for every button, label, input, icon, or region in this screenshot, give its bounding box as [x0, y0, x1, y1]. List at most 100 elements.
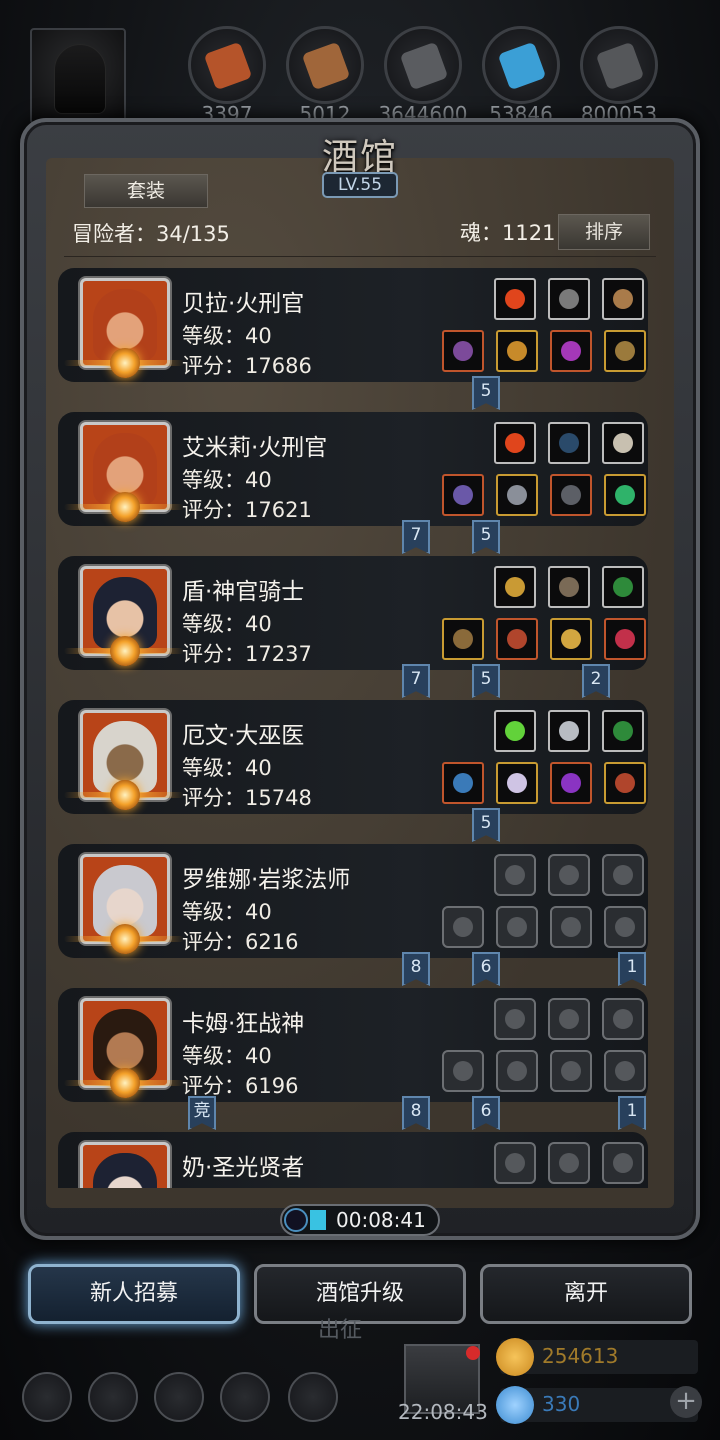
- sun-emblem-icon: [110, 780, 140, 810]
- soul-count: 魂：1121: [460, 221, 556, 245]
- gear-icon: [507, 773, 527, 793]
- gear-icon: [453, 341, 473, 361]
- skill-slot[interactable]: [494, 710, 536, 752]
- empty-gear-slot[interactable]: [550, 906, 592, 948]
- meat-resource-icon-glyph: [203, 41, 253, 91]
- empty-gear-slot[interactable]: [496, 1050, 538, 1092]
- gear-slot[interactable]: [442, 762, 484, 804]
- locked-slot-icon: [505, 1153, 525, 1173]
- hero-score: 评分：6216: [182, 930, 299, 954]
- gear-slot[interactable]: [550, 474, 592, 516]
- hero-card[interactable]: 厄文·大巫医 等级：40 评分：15748: [58, 696, 650, 814]
- skill-slot[interactable]: [494, 566, 536, 608]
- hero-name: 盾·神官骑士: [182, 579, 305, 605]
- set-bonus-ribbon: 7: [402, 664, 430, 698]
- empty-skill-slot[interactable]: [494, 854, 536, 896]
- empty-skill-slot[interactable]: [602, 998, 644, 1040]
- empty-gear-slot[interactable]: [442, 1050, 484, 1092]
- gear-slot[interactable]: [442, 618, 484, 660]
- hero-card[interactable]: 艾米莉·火刑官 等级：40 评分：17621: [58, 408, 650, 526]
- leave-button[interactable]: 离开: [480, 1264, 692, 1324]
- empty-skill-slot[interactable]: [602, 854, 644, 896]
- gear-slot[interactable]: [496, 474, 538, 516]
- meat-resource-icon[interactable]: [188, 26, 266, 104]
- gear-slot[interactable]: [550, 618, 592, 660]
- shield-icon[interactable]: [288, 1372, 338, 1422]
- empty-gear-slot[interactable]: [442, 906, 484, 948]
- gear-slot[interactable]: [496, 762, 538, 804]
- crystal-resource-icon[interactable]: [482, 26, 560, 104]
- gear-slot[interactable]: [550, 762, 592, 804]
- hero-card[interactable]: 卡姆·狂战神 等级：40 评分：6196: [58, 984, 650, 1102]
- skill-icon: [559, 433, 579, 453]
- gear-slot[interactable]: [604, 330, 646, 372]
- hero-score: 评分：17621: [182, 498, 312, 522]
- empty-skill-slot[interactable]: [548, 1142, 590, 1184]
- empty-skill-slot[interactable]: [548, 998, 590, 1040]
- skill-slot[interactable]: [602, 422, 644, 464]
- empty-gear-slot[interactable]: [604, 906, 646, 948]
- suit-button[interactable]: 套装: [84, 174, 208, 208]
- empty-gear-slot[interactable]: [604, 1050, 646, 1092]
- notification-dot: [466, 1346, 480, 1360]
- skill-icon: [559, 289, 579, 309]
- hero-name: 艾米莉·火刑官: [182, 435, 328, 461]
- hero-list[interactable]: 贝拉·火刑官 等级：40 评分：17686 5 艾米莉·火刑官 等级：40 评分：17621…: [58, 264, 658, 1188]
- empty-gear-icon: [561, 917, 581, 937]
- empty-skill-slot[interactable]: [494, 1142, 536, 1184]
- skill-slot[interactable]: [494, 422, 536, 464]
- timer-progress-fill: [310, 1210, 326, 1230]
- mail-icon[interactable]: [220, 1372, 270, 1422]
- gear-icon: [561, 485, 581, 505]
- hero-card[interactable]: 奶·圣光贤者: [58, 1128, 650, 1188]
- hero-score: 评分：17237: [182, 642, 312, 666]
- hero-card[interactable]: 盾·神官骑士 等级：40 评分：17237: [58, 552, 650, 670]
- gear-slot[interactable]: [604, 474, 646, 516]
- add-gems-button[interactable]: +: [670, 1386, 702, 1418]
- gear-icon: [561, 773, 581, 793]
- gear-slot[interactable]: [496, 330, 538, 372]
- recruit-button[interactable]: 新人招募: [28, 1264, 240, 1324]
- hero-card[interactable]: 贝拉·火刑官 等级：40 评分：17686: [58, 264, 650, 382]
- locked-slot-icon: [559, 865, 579, 885]
- gear-slot[interactable]: [442, 474, 484, 516]
- skill-slot[interactable]: [494, 278, 536, 320]
- skill-slot[interactable]: [548, 422, 590, 464]
- empty-skill-slot[interactable]: [494, 998, 536, 1040]
- settings-icon[interactable]: [22, 1372, 72, 1422]
- iron-resource-icon-glyph: [399, 41, 449, 91]
- iron-resource-icon[interactable]: [384, 26, 462, 104]
- empty-skill-slot[interactable]: [602, 1142, 644, 1184]
- skill-icon: [559, 577, 579, 597]
- empty-gear-slot[interactable]: [550, 1050, 592, 1092]
- hero-avatar[interactable]: [80, 1142, 170, 1188]
- hero-card[interactable]: 罗维娜·岩浆法师 等级：40 评分：6216: [58, 840, 650, 958]
- gear-icon: [615, 773, 635, 793]
- star-icon[interactable]: [88, 1372, 138, 1422]
- gear-slot[interactable]: [496, 618, 538, 660]
- stone-resource-icon-glyph: [595, 41, 645, 91]
- set-bonus-ribbon: 8: [402, 1096, 430, 1130]
- gear-slot[interactable]: [604, 618, 646, 660]
- set-bonus-ribbon: 1: [618, 952, 646, 986]
- skill-slot[interactable]: [548, 710, 590, 752]
- empty-skill-slot[interactable]: [548, 854, 590, 896]
- empty-gear-slot[interactable]: [496, 906, 538, 948]
- crystal-resource-icon-glyph: [497, 41, 547, 91]
- gear-slot[interactable]: [442, 330, 484, 372]
- expedition-label: 出征: [318, 1318, 363, 1343]
- player-portrait[interactable]: [30, 28, 126, 124]
- skill-slot[interactable]: [548, 566, 590, 608]
- gear-slot[interactable]: [550, 330, 592, 372]
- gear-slot[interactable]: [604, 762, 646, 804]
- sort-button[interactable]: 排序: [558, 214, 650, 250]
- wood-resource-icon[interactable]: [286, 26, 364, 104]
- skill-slot[interactable]: [602, 278, 644, 320]
- guild-icon[interactable]: [154, 1372, 204, 1422]
- stone-resource-icon[interactable]: [580, 26, 658, 104]
- skill-slot[interactable]: [602, 710, 644, 752]
- skill-slot[interactable]: [602, 566, 644, 608]
- set-bonus-ribbon: 6: [472, 952, 500, 986]
- skill-slot[interactable]: [548, 278, 590, 320]
- set-bonus-ribbon: 竞: [188, 1096, 216, 1130]
